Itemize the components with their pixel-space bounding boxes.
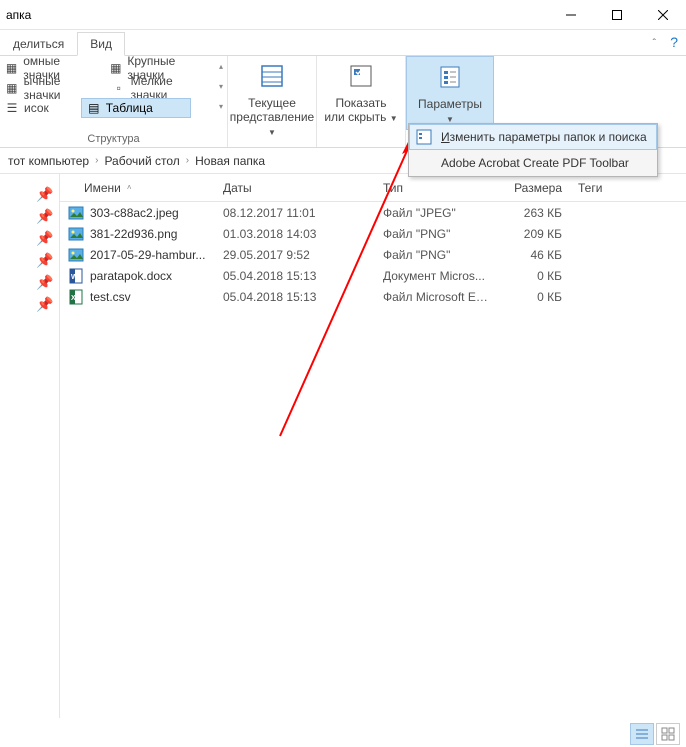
chevron-right-icon[interactable]: › [95, 155, 98, 166]
current-view-button[interactable]: Текущее представление ▼ [228, 56, 316, 142]
file-date: 08.12.2017 11:01 [215, 206, 375, 220]
file-size: 263 КБ [490, 206, 570, 220]
chevron-right-icon[interactable]: › [186, 155, 189, 166]
column-headers: Имени˄ Даты Тип Размера Теги [60, 174, 686, 202]
ribbon-group-showhide: Показать или скрыть ▼ [317, 56, 406, 147]
folder-options-icon [415, 128, 433, 146]
breadcrumb-desktop[interactable]: Рабочий стол [104, 154, 179, 168]
col-type[interactable]: Тип [375, 181, 490, 195]
parameters-button[interactable]: Параметры▼ [406, 56, 494, 130]
col-name[interactable]: Имени˄ [60, 181, 215, 195]
col-tags[interactable]: Теги [570, 181, 620, 195]
view-details-button[interactable] [630, 723, 654, 745]
file-name: 303-c88ac2.jpeg [90, 206, 179, 220]
pin-icon[interactable]: 📌 [0, 204, 59, 226]
current-view-icon [256, 60, 288, 92]
file-type: Файл "PNG" [375, 227, 490, 241]
file-size: 0 КБ [490, 269, 570, 283]
col-size[interactable]: Размера [490, 181, 570, 195]
svg-text:X: X [71, 295, 76, 302]
breadcrumb-pc[interactable]: тот компьютер [8, 154, 89, 168]
tab-share[interactable]: делиться [0, 32, 77, 56]
file-row[interactable]: 381-22d936.png 01.03.2018 14:03Файл "PNG"… [60, 223, 686, 244]
minimize-button[interactable] [548, 0, 594, 30]
dropdown-adobe-toolbar[interactable]: Adobe Acrobat Create PDF Toolbar [409, 150, 657, 176]
breadcrumb-folder[interactable]: Новая папка [195, 154, 265, 168]
ribbon-group-currentview: Текущее представление ▼ [228, 56, 317, 147]
parameters-dropdown: Изменить параметры папок и поиска Adobe … [408, 123, 658, 177]
file-type: Файл "JPEG" [375, 206, 490, 220]
pin-icon[interactable]: 📌 [0, 248, 59, 270]
file-type-icon: X [68, 289, 84, 305]
small-icons-icon: ▫ [111, 80, 127, 96]
maximize-button[interactable] [594, 0, 640, 30]
file-type: Документ Micros... [375, 269, 490, 283]
sort-arrow-icon: ˄ [127, 183, 132, 192]
pin-icon[interactable]: 📌 [0, 270, 59, 292]
tab-view[interactable]: Вид [77, 32, 125, 56]
file-type-icon [68, 247, 84, 263]
col-date[interactable]: Даты [215, 181, 375, 195]
file-type: Файл Microsoft Ex... [375, 290, 490, 304]
pin-icon[interactable]: 📌 [0, 182, 59, 204]
dropdown-label: Изменить параметры папок и поиска [441, 130, 647, 144]
medium-icons-icon: ▦ [4, 80, 20, 96]
ribbon-group-layout: ▦омные значки ▦Крупные значки ▦ычные зна… [0, 56, 228, 147]
pin-icon[interactable]: 📌 [0, 226, 59, 248]
file-date: 29.05.2017 9:52 [215, 248, 375, 262]
dropdown-label: Adobe Acrobat Create PDF Toolbar [441, 156, 629, 170]
show-hide-icon [345, 60, 377, 92]
file-pane: Имени˄ Даты Тип Размера Теги 303-c88ac2.… [60, 174, 686, 718]
window-title: апка [0, 8, 31, 22]
file-date: 05.04.2018 15:13 [215, 290, 375, 304]
file-list: 303-c88ac2.jpeg 08.12.2017 11:01Файл "JPE… [60, 202, 686, 307]
layout-list[interactable]: ☰исок [4, 100, 49, 116]
help-icon[interactable]: ? [670, 34, 678, 50]
nav-sidebar: 📌 📌 📌 📌 📌 📌 [0, 174, 60, 718]
chevron-down-icon: ▼ [268, 128, 276, 137]
ribbon-tabs: делиться Вид ˆ ? [0, 30, 686, 56]
list-icon: ☰ [4, 100, 20, 116]
file-size: 0 КБ [490, 290, 570, 304]
file-date: 05.04.2018 15:13 [215, 269, 375, 283]
file-name: test.csv [90, 290, 131, 304]
main-area: 📌 📌 📌 📌 📌 📌 Имени˄ Даты Тип Размера Теги… [0, 174, 686, 718]
file-row[interactable]: 303-c88ac2.jpeg 08.12.2017 11:01Файл "JPE… [60, 202, 686, 223]
file-name: 2017-05-29-hambur... [90, 248, 205, 262]
parameters-icon [434, 61, 466, 93]
file-size: 209 КБ [490, 227, 570, 241]
close-button[interactable] [640, 0, 686, 30]
file-type-icon [68, 226, 84, 242]
ribbon-collapse-icon[interactable]: ˆ [653, 38, 656, 49]
file-row[interactable]: 2017-05-29-hambur... 29.05.2017 9:52Файл … [60, 244, 686, 265]
group-label-structure: Структура [0, 133, 227, 147]
status-bar [630, 721, 686, 747]
svg-text:W: W [71, 274, 78, 281]
layout-scroll[interactable]: ▴▾▾ [215, 56, 227, 116]
file-row[interactable]: Wparatapok.docx 05.04.2018 15:13Документ … [60, 265, 686, 286]
file-name: paratapok.docx [90, 269, 172, 283]
file-name: 381-22d936.png [90, 227, 177, 241]
file-date: 01.03.2018 14:03 [215, 227, 375, 241]
pin-icon[interactable]: 📌 [0, 292, 59, 314]
file-type-icon [68, 205, 84, 221]
file-type: Файл "PNG" [375, 248, 490, 262]
dropdown-change-folder-options[interactable]: Изменить параметры папок и поиска [409, 124, 657, 150]
file-size: 46 КБ [490, 248, 570, 262]
window-controls [548, 0, 686, 30]
file-type-icon: W [68, 268, 84, 284]
view-thumbnails-button[interactable] [656, 723, 680, 745]
blank-icon [415, 154, 433, 172]
chevron-down-icon: ▼ [390, 114, 398, 123]
show-hide-button[interactable]: Показать или скрыть ▼ [317, 56, 405, 128]
file-row[interactable]: Xtest.csv 05.04.2018 15:13Файл Microsoft … [60, 286, 686, 307]
table-icon: ▤ [86, 100, 102, 116]
layout-table[interactable]: ▤Таблица [81, 98, 191, 118]
title-bar: апка [0, 0, 686, 30]
